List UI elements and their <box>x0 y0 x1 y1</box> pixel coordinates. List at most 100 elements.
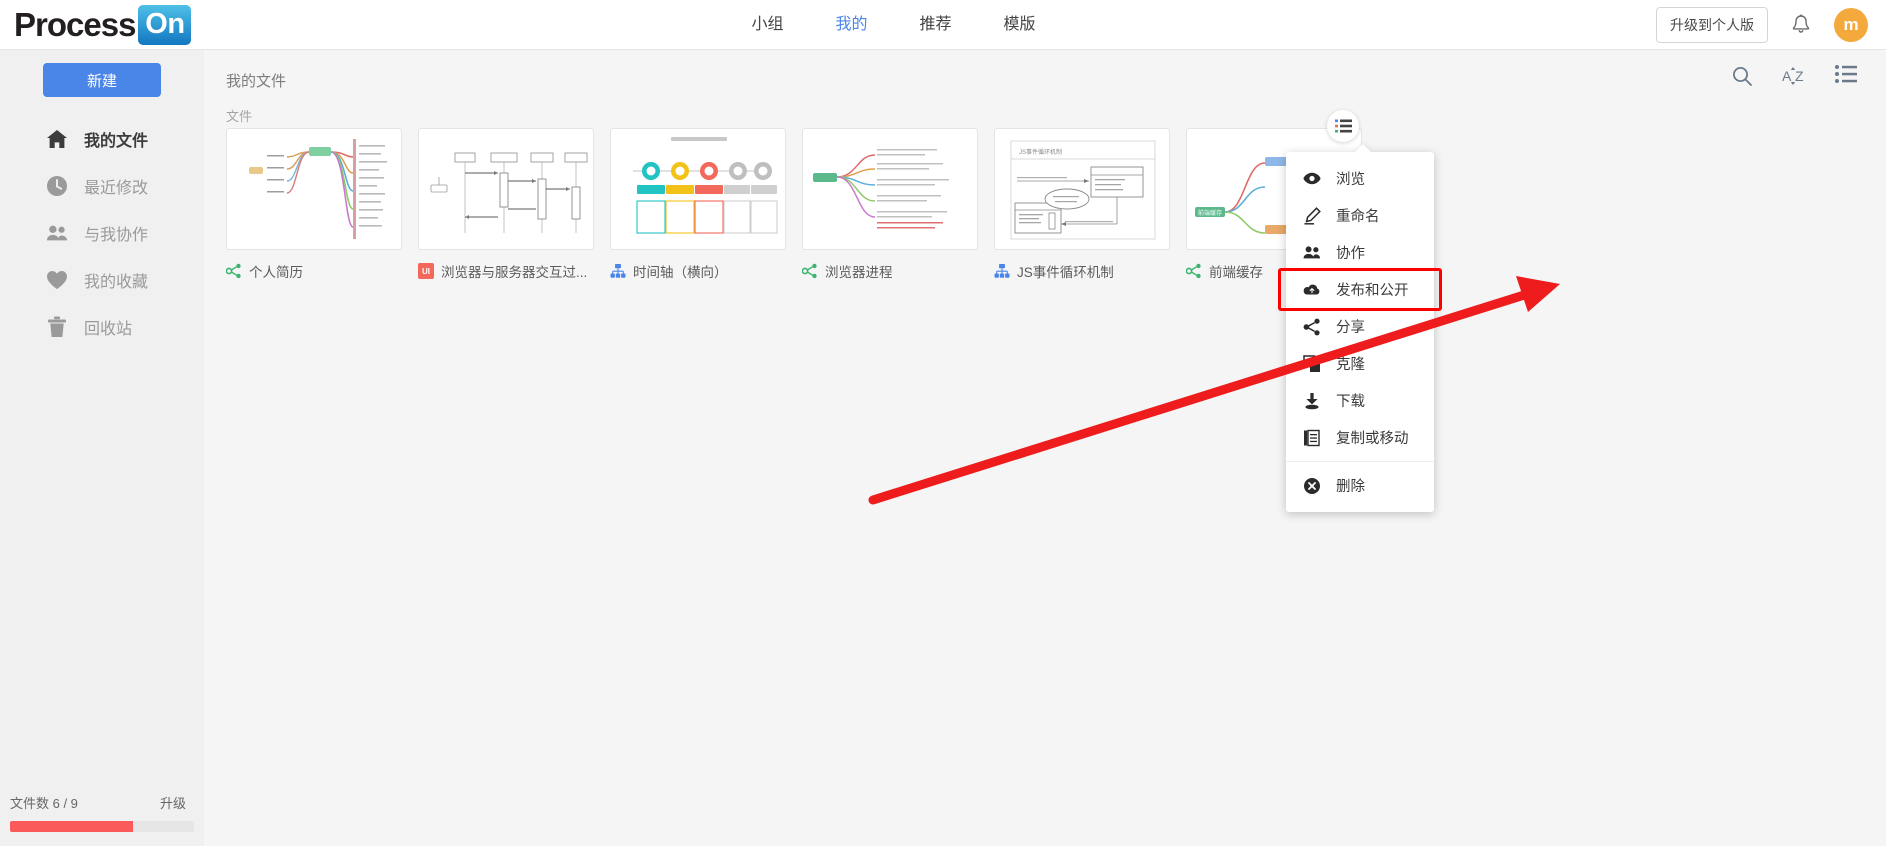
file-thumbnail[interactable] <box>802 128 978 250</box>
cloud-upload-icon <box>1303 281 1321 299</box>
context-menu-divider <box>1286 461 1434 462</box>
file-thumbnail[interactable] <box>226 128 402 250</box>
storage-footer-row: 文件数 6 / 9 升级 <box>10 793 194 812</box>
file-card: 浏览器进程 <box>801 128 978 281</box>
sidebar-label-trash: 回收站 <box>84 320 133 338</box>
storage-footer: 文件数 6 / 9 升级 <box>0 793 204 846</box>
sidebar-label-recent: 最近修改 <box>84 179 149 197</box>
top-navigation: 小组 我的 推荐 模版 <box>751 0 1035 50</box>
nav-item-templates[interactable]: 模版 <box>1003 0 1035 50</box>
new-document-button[interactable]: 新建 <box>43 63 161 97</box>
mindmap-icon <box>1185 263 1202 279</box>
sidebar-nav-list: 我的文件 最近修改 与我协作 我的收藏 回收站 <box>0 115 204 350</box>
nav-item-mine[interactable]: 我的 <box>835 0 867 50</box>
section-label-files: 文件 <box>226 109 253 124</box>
file-card-menu-button[interactable] <box>1327 110 1359 142</box>
context-menu-item-download[interactable]: 下载 <box>1286 382 1434 419</box>
sidebar-item-my-files[interactable]: 我的文件 <box>0 115 204 162</box>
file-name[interactable]: 前端缓存 <box>1209 261 1263 281</box>
context-menu-item-publish[interactable]: 发布和公开 <box>1278 268 1442 311</box>
list-view-icon[interactable] <box>1834 64 1858 88</box>
home-icon <box>46 128 68 150</box>
svg-text:前端缓存: 前端缓存 <box>1198 209 1222 217</box>
flowchart-icon <box>610 263 626 279</box>
file-count-label: 文件数 6 / 9 <box>10 796 78 811</box>
share-icon <box>1303 318 1321 336</box>
file-card: UI 浏览器与服务器交互过... <box>418 128 594 281</box>
file-card: 个人简历 <box>225 128 402 281</box>
people-icon <box>46 222 68 244</box>
sort-az-icon[interactable]: A Z <box>1782 64 1806 88</box>
file-thumbnail[interactable] <box>418 128 594 250</box>
search-icon[interactable] <box>1730 64 1754 88</box>
file-card: 时间轴（横向） <box>610 128 786 281</box>
file-name[interactable]: JS事件循环机制 <box>1017 261 1114 281</box>
logo-text-process: Process <box>14 5 136 43</box>
svg-text:Z: Z <box>1795 68 1804 84</box>
svg-text:JS事件循环机制: JS事件循环机制 <box>1019 148 1062 156</box>
context-menu-label-clone: 克隆 <box>1336 357 1365 373</box>
file-card-row: UI 浏览器与服务器交互过... <box>418 261 594 281</box>
sidebar-item-recent[interactable]: 最近修改 <box>0 162 204 209</box>
footer-upgrade-link[interactable]: 升级 <box>160 793 186 812</box>
context-menu-item-rename[interactable]: 重命名 <box>1286 197 1434 234</box>
context-menu-item-share[interactable]: 分享 <box>1286 308 1434 345</box>
nav-item-group[interactable]: 小组 <box>751 0 783 50</box>
context-menu-label-delete: 删除 <box>1336 479 1365 495</box>
pencil-icon <box>1303 206 1321 225</box>
file-name[interactable]: 浏览器与服务器交互过... <box>441 261 587 281</box>
download-icon <box>1303 392 1321 410</box>
storage-progress-fill <box>10 821 134 832</box>
file-name[interactable]: 个人简历 <box>249 261 303 281</box>
logo-text-on: On <box>145 8 185 40</box>
file-thumbnail[interactable]: JS事件循环机制 <box>994 128 1170 250</box>
context-menu-label-rename: 重命名 <box>1336 209 1380 225</box>
eye-icon <box>1303 170 1321 188</box>
mindmap-icon <box>801 263 818 279</box>
sidebar-item-favorites[interactable]: 我的收藏 <box>0 256 204 303</box>
context-menu-label-share: 分享 <box>1336 320 1365 336</box>
context-menu-item-preview[interactable]: 浏览 <box>1286 160 1434 197</box>
file-name[interactable]: 时间轴（横向） <box>633 261 728 281</box>
file-card-row: 浏览器进程 <box>801 261 978 281</box>
sidebar: 新建 我的文件 最近修改 与我协作 我的收藏 回收站 文件数 6 / 9 升级 <box>0 50 204 846</box>
main-content: 我的文件 A Z 文件 个人简历 UI 浏览器与服务器交互过... 时间轴（横向… <box>204 50 1886 846</box>
delete-circle-icon <box>1303 477 1321 495</box>
file-card-row: JS事件循环机制 <box>994 261 1170 281</box>
logo-badge-on: On <box>138 4 192 45</box>
heart-icon <box>46 269 68 291</box>
context-menu-caret <box>1354 144 1372 153</box>
sidebar-label-collaborate: 与我协作 <box>84 226 149 244</box>
file-name[interactable]: 浏览器进程 <box>825 261 893 281</box>
svg-text:A: A <box>1782 68 1792 84</box>
sidebar-item-collaborate[interactable]: 与我协作 <box>0 209 204 256</box>
flowchart-icon <box>994 263 1010 279</box>
context-menu-label-copy-move: 复制或移动 <box>1336 431 1409 447</box>
context-menu-item-collaborate[interactable]: 协作 <box>1286 234 1434 271</box>
breadcrumb: 我的文件 <box>226 73 287 90</box>
processon-logo[interactable]: Process On <box>14 4 192 45</box>
user-avatar[interactable]: m <box>1834 8 1868 42</box>
file-context-menu: 浏览 重命名 协作 发布和公开 分享 克隆 下载 复制或移动 删除 <box>1278 144 1442 512</box>
notification-bell-icon[interactable] <box>1790 13 1812 37</box>
file-card-row: 时间轴（横向） <box>610 261 786 281</box>
top-bar: Process On 小组 我的 推荐 模版 升级到个人版 m <box>0 0 1886 50</box>
file-thumbnail[interactable] <box>610 128 786 250</box>
storage-progress-bar <box>10 821 194 832</box>
upgrade-to-personal-button[interactable]: 升级到个人版 <box>1656 7 1768 43</box>
file-card-row: 个人简历 <box>225 261 402 281</box>
context-menu-label-publish: 发布和公开 <box>1336 283 1409 299</box>
context-menu-item-delete[interactable]: 删除 <box>1286 467 1434 504</box>
clone-icon <box>1303 354 1321 373</box>
content-toolbar: A Z <box>1730 64 1858 88</box>
file-card: JS事件循环机制 JS事件循环机制 <box>994 128 1170 281</box>
nav-item-recommend[interactable]: 推荐 <box>919 0 951 50</box>
context-menu-label-download: 下载 <box>1336 394 1365 410</box>
context-menu-item-clone[interactable]: 克隆 <box>1286 345 1434 382</box>
sidebar-item-trash[interactable]: 回收站 <box>0 303 204 350</box>
top-right-actions: 升级到个人版 m <box>1656 0 1868 50</box>
people-icon <box>1303 244 1321 262</box>
ui-badge: UI <box>418 263 434 279</box>
copy-move-icon <box>1303 429 1321 447</box>
context-menu-item-copy-move[interactable]: 复制或移动 <box>1286 419 1434 456</box>
